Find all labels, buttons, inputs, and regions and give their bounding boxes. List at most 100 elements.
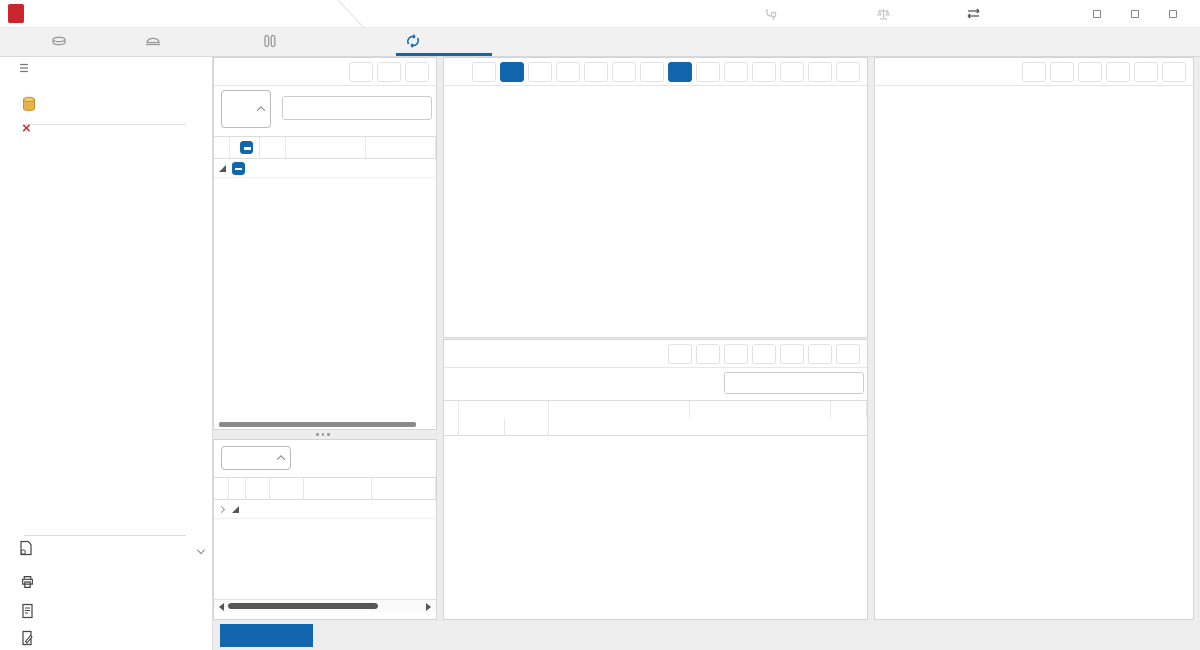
open-data-source-button[interactable] bbox=[20, 95, 48, 116]
group-by-dropdown[interactable] bbox=[221, 90, 271, 128]
tab-measurement[interactable] bbox=[144, 28, 169, 57]
edit-document-icon bbox=[20, 630, 35, 649]
fullscreen-button[interactable] bbox=[808, 62, 832, 82]
fullscreen-button[interactable] bbox=[1134, 62, 1158, 82]
data-file-item[interactable]: × bbox=[22, 121, 41, 136]
tab-results[interactable] bbox=[262, 28, 296, 57]
data-source-header bbox=[214, 477, 436, 500]
sidebar-divider-bottom bbox=[24, 535, 186, 536]
print-button[interactable] bbox=[1050, 62, 1074, 82]
printer-icon bbox=[20, 575, 35, 592]
chart-panel bbox=[443, 57, 868, 338]
data-source-group-row[interactable] bbox=[214, 500, 436, 519]
density-curve-button[interactable] bbox=[640, 62, 664, 82]
panel-splitter[interactable] bbox=[316, 433, 330, 436]
active-tab-underline bbox=[396, 53, 492, 56]
method-sieve-icon bbox=[50, 33, 68, 52]
minimize-button[interactable] bbox=[1093, 10, 1101, 18]
horizontal-scrollbar[interactable] bbox=[214, 599, 436, 612]
maximize-button[interactable] bbox=[1131, 10, 1139, 18]
horizontal-scrollbar-thumb[interactable] bbox=[219, 422, 416, 427]
main-tab-bar bbox=[0, 28, 1200, 57]
sort-button[interactable] bbox=[752, 344, 776, 364]
fullscreen-button[interactable] bbox=[808, 344, 832, 364]
cumulative-curve-button[interactable] bbox=[584, 62, 608, 82]
log-lin-scale-button[interactable] bbox=[500, 62, 524, 82]
device-cable-icon bbox=[762, 7, 778, 24]
report-file-dropdown[interactable] bbox=[18, 540, 204, 559]
settings-gear-button[interactable] bbox=[780, 62, 804, 82]
copy-to-clipboard-button[interactable] bbox=[752, 62, 776, 82]
fullscreen-button[interactable] bbox=[377, 62, 401, 82]
data-source-dropdown[interactable] bbox=[221, 446, 291, 470]
tree-expanded-icon[interactable] bbox=[219, 165, 226, 172]
print-report-button[interactable] bbox=[20, 575, 45, 592]
table-group-header bbox=[444, 400, 867, 418]
options-sliders-icon bbox=[966, 7, 981, 23]
document-preview-icon bbox=[20, 603, 35, 622]
select-all-checkbox[interactable] bbox=[240, 141, 253, 154]
table-search-input[interactable] bbox=[724, 372, 864, 394]
report-preview-button[interactable] bbox=[20, 603, 45, 622]
group-checkbox[interactable] bbox=[232, 162, 245, 175]
trend-chart bbox=[875, 104, 1193, 620]
layout-grid-button[interactable] bbox=[696, 62, 720, 82]
table-sub-header bbox=[444, 418, 867, 436]
hamburger-icon bbox=[18, 62, 30, 77]
scroll-right-icon[interactable] bbox=[426, 603, 431, 611]
tree-expanded-icon[interactable] bbox=[232, 506, 239, 513]
data-source-panel bbox=[213, 439, 437, 620]
sidebar-divider-top bbox=[24, 124, 186, 125]
chevron-down-icon bbox=[197, 545, 205, 553]
overview-button[interactable] bbox=[220, 624, 313, 647]
copy-button[interactable] bbox=[696, 344, 720, 364]
comparison-arrows-icon bbox=[404, 33, 422, 52]
close-button[interactable] bbox=[1162, 62, 1186, 82]
gridline-style-button[interactable] bbox=[556, 62, 580, 82]
close-button[interactable] bbox=[405, 62, 429, 82]
edit-report-button[interactable] bbox=[20, 630, 45, 649]
balance-status bbox=[876, 7, 896, 24]
results-columns-icon bbox=[262, 33, 278, 52]
print-button[interactable] bbox=[724, 62, 748, 82]
chevron-up-icon bbox=[277, 455, 285, 463]
settings-gear-button[interactable] bbox=[780, 344, 804, 364]
retsch-logo bbox=[8, 4, 24, 23]
sidebar: × bbox=[0, 57, 213, 650]
report-xml-icon bbox=[18, 540, 34, 559]
data-source-group-row[interactable] bbox=[214, 159, 436, 178]
available-results-panel bbox=[213, 57, 437, 430]
scrollbar-thumb[interactable] bbox=[228, 603, 378, 609]
window-close-button[interactable] bbox=[1169, 10, 1177, 18]
balance-scale-icon bbox=[876, 7, 891, 24]
scroll-left-icon[interactable] bbox=[219, 603, 224, 611]
lin-lin-scale-button[interactable] bbox=[472, 62, 496, 82]
close-button[interactable] bbox=[836, 344, 860, 364]
available-results-header bbox=[214, 136, 436, 159]
histogram-button[interactable] bbox=[668, 62, 692, 82]
device-status bbox=[762, 7, 783, 24]
sidebar-collapse-button[interactable] bbox=[18, 62, 30, 77]
size-distribution-chart bbox=[444, 86, 867, 338]
search-input[interactable] bbox=[282, 96, 432, 120]
row-indicator-icon bbox=[217, 505, 224, 512]
table-panel bbox=[443, 339, 868, 620]
settings-gear-button[interactable] bbox=[1106, 62, 1130, 82]
copy-to-clipboard-button[interactable] bbox=[1078, 62, 1102, 82]
column-chooser-button[interactable] bbox=[724, 344, 748, 364]
retained-curve-button[interactable] bbox=[612, 62, 636, 82]
measurement-sieve-icon bbox=[144, 33, 162, 52]
options-button[interactable] bbox=[966, 7, 986, 23]
layout-grid-button[interactable] bbox=[349, 62, 373, 82]
database-icon bbox=[20, 95, 38, 116]
trend-panel bbox=[874, 57, 1194, 620]
close-button[interactable] bbox=[836, 62, 860, 82]
title-bar bbox=[0, 0, 1200, 28]
titlebar-diagonal bbox=[336, 0, 366, 28]
log-log-scale-button[interactable] bbox=[528, 62, 552, 82]
layout-grid-button[interactable] bbox=[1022, 62, 1046, 82]
tab-method[interactable] bbox=[50, 28, 75, 57]
easysieve-window: × bbox=[0, 0, 1200, 650]
export-button[interactable] bbox=[668, 344, 692, 364]
remove-file-icon[interactable]: × bbox=[22, 121, 31, 136]
